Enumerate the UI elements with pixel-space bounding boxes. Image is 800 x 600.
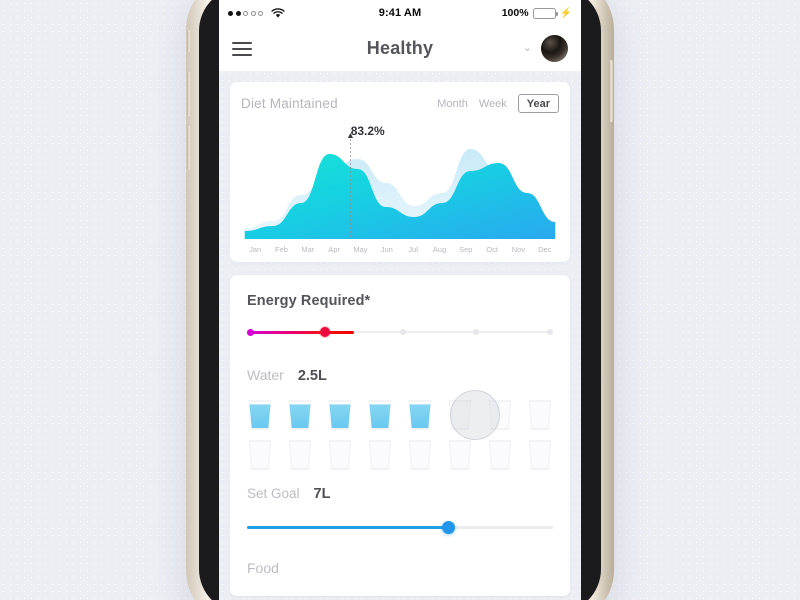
water-glass-empty[interactable] — [247, 440, 273, 470]
energy-slider-tick-3 — [547, 329, 553, 335]
status-bar-right: 100% ⚡ — [502, 7, 572, 19]
axis-tick-may: May — [353, 245, 368, 254]
energy-slider-tick-1 — [400, 329, 406, 335]
water-glass-empty[interactable] — [527, 400, 553, 430]
chart-title: Diet Maintained — [241, 96, 338, 111]
set-goal-slider-handle[interactable] — [442, 521, 456, 534]
chart-x-axis: Jan Feb Mar Apr May Jun Jul Aug Sep Oct … — [241, 239, 559, 254]
energy-required-title: Energy Required* — [247, 293, 371, 309]
water-glass-empty[interactable] — [287, 440, 313, 470]
water-glass-empty[interactable] — [367, 440, 393, 470]
silent-switch-button[interactable] — [187, 30, 191, 52]
water-glass-filled[interactable] — [407, 400, 433, 430]
battery-percentage: 100% — [501, 7, 529, 19]
water-row: Water 2.5L — [247, 367, 553, 384]
avatar[interactable] — [541, 35, 568, 62]
chart-header: Diet Maintained Month Week Year — [241, 94, 559, 113]
axis-tick-dec: Dec — [538, 245, 552, 254]
charging-bolt-icon: ⚡ — [559, 7, 572, 19]
axis-tick-oct: Oct — [486, 245, 498, 254]
power-button[interactable] — [609, 60, 613, 122]
chart-value-annotation: 83.2% — [350, 124, 385, 138]
glass-icon — [528, 400, 552, 430]
energy-slider-handle[interactable] — [320, 327, 331, 337]
range-tab-year[interactable]: Year — [517, 94, 559, 113]
diet-area-chart: 83.2% — [241, 124, 559, 239]
battery-icon — [532, 7, 558, 19]
range-tab-group: Month Week Year — [437, 94, 559, 113]
energy-slider[interactable] — [247, 325, 553, 339]
axis-tick-jul: Jul — [408, 245, 418, 254]
glass-icon — [328, 440, 352, 470]
glass-icon — [248, 440, 272, 470]
glass-icon — [368, 440, 392, 470]
range-tab-month[interactable]: Month — [437, 98, 468, 110]
water-glass-filled[interactable] — [287, 400, 313, 430]
axis-tick-nov: Nov — [511, 245, 526, 254]
set-goal-label: Set Goal — [247, 486, 300, 501]
glass-icon — [488, 440, 512, 470]
water-glasses-grid — [247, 390, 553, 470]
status-bar: 9:41 AM 100% ⚡ — [219, 0, 581, 26]
water-glass-empty[interactable] — [407, 440, 433, 470]
food-section-label: Food — [247, 560, 279, 576]
water-glass-empty[interactable] — [447, 400, 473, 430]
axis-tick-sep: Sep — [459, 245, 473, 254]
range-tab-week[interactable]: Week — [479, 98, 507, 110]
energy-required-card: Energy Required* Water 2.5L Set Goal 7L … — [230, 275, 570, 596]
set-goal-slider[interactable] — [247, 520, 553, 534]
water-glass-empty[interactable] — [527, 440, 553, 470]
chevron-down-icon[interactable]: ⌄ — [523, 43, 532, 54]
volume-up-button[interactable] — [187, 72, 191, 116]
chart-svg — [244, 133, 556, 239]
scroll-content: Diet Maintained Month Week Year 83.2% Ja… — [219, 72, 581, 600]
energy-slider-start-dot — [247, 328, 254, 336]
glass-icon — [408, 440, 432, 470]
app-header: Healthy ⌄ — [219, 26, 581, 72]
energy-slider-fill — [247, 330, 355, 334]
glass-icon — [528, 440, 552, 470]
phone-frame: 9:41 AM 100% ⚡ Healthy ⌄ Diet Maintained… — [186, 0, 614, 600]
water-glass-empty[interactable] — [487, 440, 513, 470]
axis-tick-feb: Feb — [275, 245, 288, 254]
set-goal-row: Set Goal 7L — [247, 486, 553, 502]
glass-icon — [288, 440, 312, 470]
water-value: 2.5L — [297, 368, 327, 384]
water-glass-filled[interactable] — [247, 400, 273, 430]
axis-tick-jun: Jun — [380, 245, 393, 254]
header-actions: ⌄ — [523, 35, 568, 62]
water-glass-row-1 — [247, 400, 553, 430]
glass-water-fill — [249, 404, 271, 429]
axis-tick-jan: Jan — [249, 245, 262, 254]
glass-icon — [448, 400, 472, 430]
water-glass-empty[interactable] — [447, 440, 473, 470]
glass-water-fill — [289, 404, 311, 429]
water-glass-filled[interactable] — [327, 400, 353, 430]
glass-water-fill — [409, 404, 431, 429]
phone-screen: 9:41 AM 100% ⚡ Healthy ⌄ Diet Maintained… — [219, 0, 581, 600]
volume-down-button[interactable] — [187, 126, 191, 170]
energy-slider-tick-2 — [473, 329, 480, 335]
water-glass-filled[interactable] — [367, 400, 393, 430]
water-glass-empty[interactable] — [327, 440, 353, 470]
glass-icon — [448, 440, 472, 470]
glass-water-fill — [369, 404, 391, 429]
water-label: Water — [247, 367, 284, 383]
glass-icon — [488, 400, 512, 430]
axis-tick-aug: Aug — [432, 245, 447, 254]
set-goal-slider-fill — [247, 526, 449, 529]
axis-tick-apr: Apr — [328, 245, 340, 254]
water-glass-empty[interactable] — [487, 400, 513, 430]
set-goal-value: 7L — [313, 486, 331, 502]
diet-chart-card: Diet Maintained Month Week Year 83.2% Ja… — [230, 82, 570, 262]
axis-tick-mar: Mar — [301, 245, 315, 254]
glass-water-fill — [329, 404, 351, 429]
water-glass-row-2 — [247, 440, 553, 470]
